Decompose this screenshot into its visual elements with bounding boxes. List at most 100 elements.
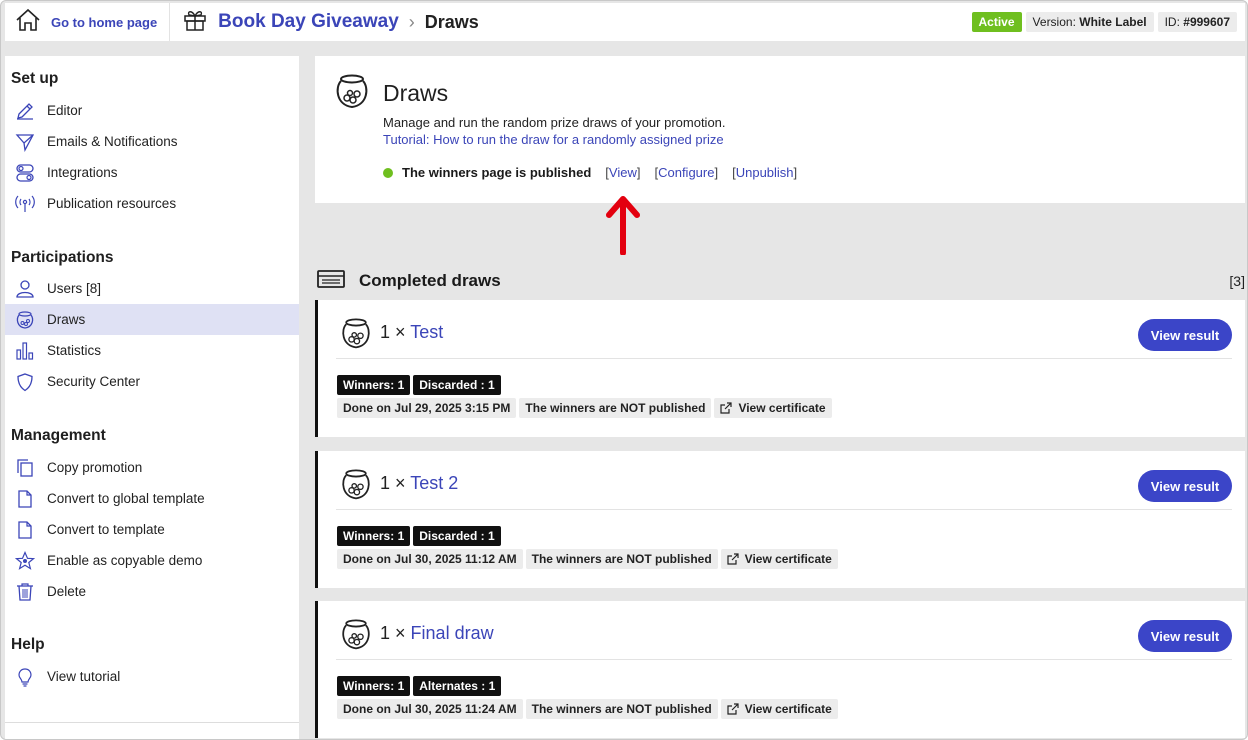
top-right-info: Active Version: White Label ID: #999607 — [971, 12, 1245, 32]
sidebar-item-draws[interactable]: Draws — [5, 304, 299, 335]
sidebar-item-convert-template[interactable]: Convert to template — [5, 514, 299, 545]
home-nav[interactable]: Go to home page — [5, 3, 171, 41]
sidebar-section-help: Help — [11, 636, 45, 653]
draw-heading: 1 × Final draw — [380, 623, 494, 643]
breadcrumb-promotion[interactable]: Book Day Giveaway — [218, 11, 399, 33]
discarded-tag: Discarded : 1 — [413, 526, 501, 546]
view-certificate-link[interactable]: View certificate — [720, 699, 838, 719]
draw-card: 1 × Test View result Winners: 1 Discarde… — [315, 300, 1245, 437]
completed-draws-count: [3] — [1229, 273, 1245, 289]
draw-card: 1 × Final draw View result Winners: 1 Al… — [315, 601, 1245, 738]
draw-card: 1 × Test 2 View result Winners: 1 Discar… — [315, 451, 1245, 588]
antenna-icon — [15, 195, 35, 212]
sidebar-item-copyable-demo[interactable]: Enable as copyable demo — [5, 545, 299, 576]
draw-heading: 1 × Test 2 — [380, 473, 459, 493]
user-icon — [16, 279, 34, 298]
annotation-arrow — [604, 193, 642, 260]
sidebar: Set up Editor Emails & Notifications Int… — [5, 56, 299, 739]
home-link[interactable]: Go to home page — [51, 15, 157, 30]
bar-chart-icon — [16, 341, 34, 360]
sidebar-item-label: Enable as copyable demo — [47, 553, 203, 568]
shield-icon — [17, 372, 33, 391]
sidebar-item-delete[interactable]: Delete — [5, 576, 299, 607]
draws-description: Manage and run the random prize draws of… — [383, 115, 726, 130]
draw-meta: Done on Jul 30, 2025 11:12 AM The winner… — [337, 549, 838, 569]
sidebar-item-convert-global[interactable]: Convert to global template — [5, 483, 299, 514]
home-icon[interactable] — [15, 8, 41, 37]
status-badge: Active — [971, 12, 1022, 32]
trash-icon — [17, 582, 33, 601]
sidebar-item-security[interactable]: Security Center — [5, 366, 299, 397]
winners-tag: Winners: 1 — [337, 526, 411, 546]
view-winners-link[interactable]: View — [609, 165, 637, 180]
draw-bowl-icon — [335, 74, 369, 115]
draw-bowl-icon — [340, 318, 372, 355]
paper-plane-icon — [15, 133, 35, 152]
sidebar-section-setup: Set up — [11, 70, 59, 87]
sidebar-item-users[interactable]: Users [8] — [5, 273, 299, 304]
draw-tags: Winners: 1 Alternates : 1 — [337, 676, 502, 696]
page-title: Draws — [424, 11, 479, 32]
winners-tag: Winners: 1 — [337, 676, 411, 696]
done-date-tag: Done on Jul 30, 2025 11:24 AM — [337, 699, 523, 719]
top-bar: Go to home page Book Day Giveaway › Draw… — [5, 3, 1245, 41]
external-link-icon — [720, 402, 733, 414]
sidebar-item-label: Publication resources — [47, 196, 177, 211]
draw-tags: Winners: 1 Discarded : 1 — [337, 375, 501, 395]
published-status-tag: The winners are NOT published — [525, 699, 718, 719]
discarded-tag: Discarded : 1 — [413, 375, 501, 395]
external-link-icon — [727, 553, 739, 565]
completed-draws-header: Completed draws [3] — [317, 267, 1247, 295]
sidebar-item-label: View tutorial — [47, 669, 121, 684]
chevron-right-icon: › — [408, 11, 415, 32]
sidebar-item-publication[interactable]: Publication resources — [5, 188, 299, 219]
draw-bowl-icon — [340, 619, 372, 656]
sidebar-item-label: Editor — [47, 103, 83, 118]
configure-link[interactable]: Configure — [658, 165, 714, 180]
published-dot — [383, 167, 393, 178]
id-chip: ID: #999607 — [1157, 12, 1237, 32]
toggles-icon — [16, 163, 34, 182]
tutorial-link[interactable]: Tutorial: How to run the draw for a rand… — [383, 132, 724, 147]
draw-bowl-icon — [340, 469, 372, 506]
sidebar-item-label: Delete — [47, 584, 87, 599]
breadcrumb: Book Day Giveaway › Draws — [170, 8, 479, 37]
pencil-icon — [17, 102, 33, 120]
sidebar-item-label: Copy promotion — [47, 460, 143, 475]
sidebar-item-label: Emails & Notifications — [47, 134, 178, 149]
version-chip: Version: White Label — [1025, 12, 1154, 32]
sidebar-item-label: Integrations — [47, 165, 118, 180]
view-result-button[interactable]: View result — [1138, 470, 1232, 502]
sidebar-item-copy-promotion[interactable]: Copy promotion — [5, 452, 299, 483]
sidebar-item-label: Security Center — [47, 374, 141, 389]
sidebar-item-label: Users [8] — [47, 281, 102, 296]
lightbulb-icon — [18, 667, 32, 687]
sidebar-item-emails[interactable]: Emails & Notifications — [5, 126, 299, 157]
view-certificate-link[interactable]: View certificate — [714, 398, 832, 418]
draws-panel: Draws Manage and run the random prize dr… — [315, 56, 1245, 203]
unpublish-link[interactable]: Unpublish — [736, 165, 794, 180]
copy-icon — [17, 458, 33, 477]
sidebar-item-statistics[interactable]: Statistics — [5, 335, 299, 366]
view-result-button[interactable]: View result — [1138, 620, 1232, 652]
draw-name-link[interactable]: Test 2 — [410, 473, 458, 493]
divider — [336, 659, 1232, 660]
sidebar-item-label: Convert to template — [47, 522, 165, 537]
draw-meta: Done on Jul 30, 2025 11:24 AM The winner… — [337, 699, 838, 719]
document-icon — [18, 520, 32, 539]
view-certificate-link[interactable]: View certificate — [720, 549, 838, 569]
sidebar-item-integrations[interactable]: Integrations — [5, 157, 299, 188]
winners-status-text: The winners page is published — [402, 165, 592, 180]
draw-name-link[interactable]: Test — [410, 322, 443, 342]
sidebar-item-label: Statistics — [47, 343, 102, 358]
draw-bowl-icon — [16, 310, 34, 329]
view-result-button[interactable]: View result — [1138, 319, 1232, 351]
draw-tags: Winners: 1 Discarded : 1 — [337, 526, 501, 546]
sidebar-item-label: Draws — [47, 312, 86, 327]
published-status-tag: The winners are NOT published — [519, 398, 712, 418]
sidebar-item-editor[interactable]: Editor — [5, 95, 299, 126]
divider — [336, 509, 1232, 510]
document-icon — [18, 489, 32, 508]
draw-name-link[interactable]: Final draw — [411, 623, 494, 643]
sidebar-item-tutorial[interactable]: View tutorial — [5, 661, 299, 692]
